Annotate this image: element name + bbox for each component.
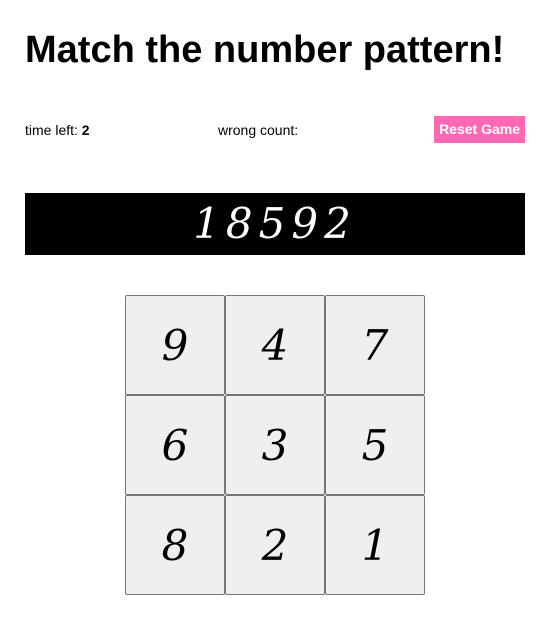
- time-left-value: 2: [81, 122, 90, 138]
- reset-game-button[interactable]: Reset Game: [434, 116, 525, 143]
- grid-cell[interactable]: 5: [325, 395, 425, 495]
- grid-cell[interactable]: 4: [225, 295, 325, 395]
- status-bar: time left: 2 wrong count: Reset Game: [25, 116, 525, 144]
- time-left-label: time left:: [25, 122, 82, 138]
- pattern-number: 18592: [193, 199, 357, 248]
- wrong-count-label: wrong count:: [218, 122, 299, 138]
- grid-cell[interactable]: 9: [125, 295, 225, 395]
- grid-cell[interactable]: 1: [325, 495, 425, 595]
- pattern-display: 18592: [25, 193, 525, 255]
- page-title: Match the number pattern!: [25, 29, 505, 71]
- grid-cell[interactable]: 7: [325, 295, 425, 395]
- grid-cell[interactable]: 3: [225, 395, 325, 495]
- time-left: time left: 2: [25, 122, 90, 138]
- grid-cell[interactable]: 6: [125, 395, 225, 495]
- grid-cell[interactable]: 2: [225, 495, 325, 595]
- wrong-count: wrong count:: [218, 122, 298, 138]
- grid-cell[interactable]: 8: [125, 495, 225, 595]
- number-grid: 9 4 7 6 3 5 8 2 1: [125, 295, 425, 595]
- game-page: Match the number pattern! time left: 2 w…: [0, 0, 548, 625]
